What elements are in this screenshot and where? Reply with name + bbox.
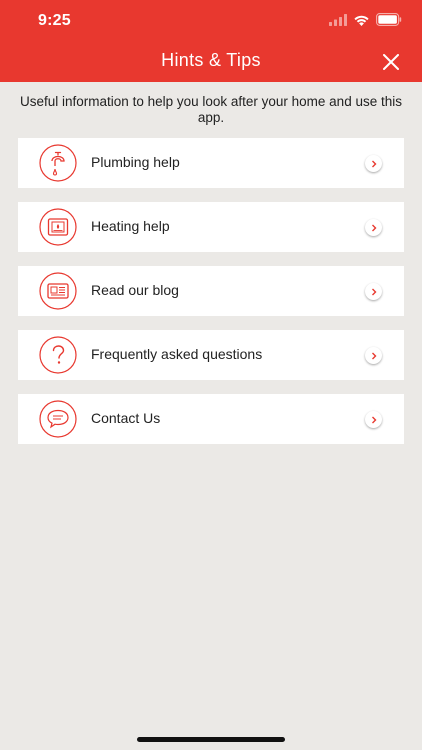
chevron-right-icon	[365, 283, 382, 300]
battery-icon	[376, 13, 402, 26]
item-label: Read our blog	[91, 282, 179, 298]
chat-bubble-icon	[39, 400, 77, 438]
item-label: Frequently asked questions	[91, 346, 263, 362]
cellular-signal-icon	[329, 13, 347, 26]
status-time: 9:25	[38, 12, 71, 29]
read-blog-item[interactable]: Read our blog	[18, 266, 404, 316]
hints-list: Plumbing help Heating help Read our blog…	[18, 138, 404, 458]
tap-icon	[39, 144, 77, 182]
item-label: Heating help	[91, 218, 170, 234]
question-icon	[39, 336, 77, 374]
plumbing-help-item[interactable]: Plumbing help	[18, 138, 404, 188]
newspaper-icon	[39, 272, 77, 310]
chevron-right-icon	[365, 411, 382, 428]
chevron-right-icon	[365, 155, 382, 172]
chevron-right-icon	[365, 347, 382, 364]
close-icon	[383, 54, 399, 70]
heating-help-item[interactable]: Heating help	[18, 202, 404, 252]
close-button[interactable]	[380, 51, 402, 73]
faq-item[interactable]: Frequently asked questions	[18, 330, 404, 380]
screen: 9:25 Hints & Tips Useful information to …	[0, 0, 422, 750]
intro-text: Useful information to help you look afte…	[20, 94, 402, 125]
wifi-icon	[354, 15, 369, 26]
item-label: Contact Us	[91, 410, 161, 426]
chevron-right-icon	[365, 219, 382, 236]
page-title: Hints & Tips	[161, 50, 261, 70]
header: 9:25 Hints & Tips	[0, 0, 422, 82]
status-icons	[329, 13, 402, 26]
item-label: Plumbing help	[91, 154, 180, 170]
home-indicator[interactable]	[137, 737, 285, 742]
contact-us-item[interactable]: Contact Us	[18, 394, 404, 444]
boiler-icon	[39, 208, 77, 246]
